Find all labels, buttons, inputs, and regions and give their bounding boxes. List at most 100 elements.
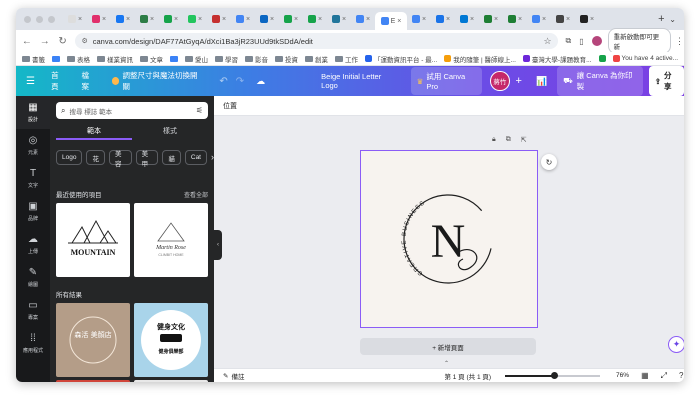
invite-plus-icon[interactable]: + bbox=[516, 75, 522, 87]
lock-icon[interactable]: 🔒︎ bbox=[492, 136, 496, 144]
bookmark-item[interactable]: 愛山 bbox=[185, 54, 208, 64]
bookmark-item[interactable]: 投資 bbox=[275, 54, 298, 64]
rail-item[interactable]: ▦ 設計 bbox=[16, 96, 50, 129]
browser-tab[interactable]: × bbox=[255, 11, 279, 27]
grid-view-icon[interactable]: ▦ bbox=[641, 371, 649, 380]
tab-close-icon[interactable]: × bbox=[470, 16, 474, 23]
browser-tab[interactable]: × bbox=[303, 11, 327, 27]
bookmark-item[interactable]: 文章 bbox=[140, 54, 163, 64]
try-pro-button[interactable]: ♛ 試用 Canva Pro bbox=[410, 67, 483, 95]
page-counter[interactable]: 第 1 頁 (共 1 頁) bbox=[444, 371, 491, 381]
resize-button[interactable]: 調整尺寸與魔法切換開關 bbox=[111, 70, 202, 92]
design-page[interactable]: CREATIVE BUSINESS N bbox=[360, 150, 538, 328]
forward-icon[interactable]: → bbox=[38, 36, 52, 47]
menu-icon[interactable]: ☰ bbox=[20, 76, 41, 87]
zoom-value[interactable]: 76% bbox=[616, 372, 629, 379]
magic-assistant-icon[interactable]: ✦ bbox=[668, 336, 684, 353]
site-info-icon[interactable]: ⚙ bbox=[81, 37, 87, 45]
browser-tab[interactable]: × bbox=[87, 11, 111, 27]
bookmark-item[interactable]: 工作 bbox=[335, 54, 358, 64]
fullscreen-icon[interactable]: ⤢ bbox=[661, 371, 667, 381]
filter-chip[interactable]: 美容 bbox=[108, 150, 132, 168]
update-button[interactable]: 重新啟動即可更新 bbox=[607, 28, 671, 54]
rail-item[interactable]: ⁞⁞ 應用程式 bbox=[16, 327, 50, 360]
close-window-button[interactable] bbox=[24, 15, 31, 23]
filter-chip[interactable]: Logo bbox=[56, 150, 83, 165]
cloud-save-icon[interactable]: ☁ bbox=[256, 76, 265, 87]
bookmark-star-icon[interactable]: ☆ bbox=[543, 36, 551, 47]
bookmark-item[interactable]: 「運動資訊平台 - 最... bbox=[365, 54, 437, 64]
bookmark-item[interactable]: 創業 bbox=[305, 54, 328, 64]
template-thumb-fitness[interactable]: 健身文化 健身俱樂部 bbox=[134, 303, 208, 377]
browser-menu-icon[interactable]: ⋮ bbox=[675, 36, 684, 47]
browser-tab[interactable]: × bbox=[63, 11, 87, 27]
filter-chip[interactable]: Cat bbox=[184, 150, 207, 165]
url-field[interactable]: ⚙ canva.com/design/DAF77AtGyqA/dXci1Ba3j… bbox=[75, 33, 558, 49]
bookmark-item[interactable]: 表格 bbox=[67, 54, 90, 64]
back-icon[interactable]: ← bbox=[20, 36, 34, 47]
reload-icon[interactable]: ↻ bbox=[56, 36, 70, 47]
tab-close-icon[interactable]: × bbox=[174, 16, 178, 23]
browser-tab[interactable]: × bbox=[479, 11, 503, 27]
tab-styles[interactable]: 樣式 bbox=[132, 126, 208, 140]
browser-tab[interactable]: × bbox=[575, 11, 599, 27]
template-search-input[interactable]: ⌕ 搜尋 標誌 範本 ⚟ bbox=[56, 102, 208, 119]
browser-tab[interactable]: × bbox=[551, 11, 575, 27]
rail-item[interactable]: ▣ 品牌 bbox=[16, 195, 50, 228]
rail-item[interactable]: ◎ 元素 bbox=[16, 129, 50, 162]
browser-tab[interactable]: × bbox=[159, 11, 183, 27]
tab-close-icon[interactable]: × bbox=[222, 16, 226, 23]
browser-tab[interactable]: × bbox=[279, 11, 303, 27]
bookmark-item[interactable]: 我的隨筆 | 醫師線上... bbox=[444, 54, 516, 64]
notes-button[interactable]: ✎ 備註 bbox=[223, 371, 244, 381]
zoom-slider-handle[interactable] bbox=[551, 371, 559, 379]
browser-tab[interactable]: × bbox=[183, 11, 207, 27]
tab-close-icon[interactable]: × bbox=[518, 16, 522, 23]
tab-close-icon[interactable]: × bbox=[126, 16, 130, 23]
tab-close-icon[interactable]: × bbox=[446, 16, 450, 23]
logo-artwork[interactable]: CREATIVE BUSINESS N bbox=[361, 151, 536, 326]
browser-tab[interactable]: E × bbox=[375, 12, 407, 30]
browser-tab[interactable]: × bbox=[407, 11, 431, 27]
tab-close-icon[interactable]: × bbox=[318, 16, 322, 23]
undo-icon[interactable]: ↶ bbox=[219, 76, 227, 87]
rail-item[interactable]: T 文字 bbox=[16, 162, 50, 195]
browser-tab[interactable]: × bbox=[527, 11, 551, 27]
rail-item[interactable]: ✎ 繪圖 bbox=[16, 261, 50, 294]
browser-tab[interactable]: × bbox=[111, 11, 135, 27]
tab-close-icon[interactable]: × bbox=[494, 16, 498, 23]
template-thumb-martin-rose[interactable]: Martin Rose CLIMBIT HOME bbox=[134, 203, 208, 277]
tab-close-icon[interactable]: × bbox=[422, 16, 426, 23]
share-button[interactable]: ⇪ 分享 bbox=[648, 66, 684, 96]
browser-tab[interactable]: × bbox=[327, 11, 351, 27]
minimize-window-button[interactable] bbox=[36, 15, 43, 23]
tab-close-icon[interactable]: × bbox=[397, 18, 401, 25]
tab-close-icon[interactable]: × bbox=[198, 16, 202, 23]
tab-close-icon[interactable]: × bbox=[590, 16, 594, 23]
duplicate-icon[interactable]: ⧉ bbox=[506, 136, 511, 144]
tab-close-icon[interactable]: × bbox=[342, 16, 346, 23]
tab-search-icon[interactable]: ⌄ bbox=[669, 15, 676, 24]
tab-close-icon[interactable]: × bbox=[566, 16, 570, 23]
zoom-slider[interactable] bbox=[505, 371, 601, 379]
file-menu[interactable]: 檔案 bbox=[81, 70, 95, 92]
see-all-link[interactable]: 查看全部 bbox=[184, 190, 208, 199]
template-thumb-beauty[interactable]: 森活 美顏店 bbox=[56, 303, 130, 377]
collapse-panel-button[interactable]: ‹ bbox=[214, 230, 222, 260]
template-thumb-grey[interactable] bbox=[134, 380, 208, 382]
extension-icon[interactable]: ⧉ bbox=[566, 36, 572, 46]
bookmark-item[interactable] bbox=[52, 55, 60, 62]
help-icon[interactable]: ? bbox=[679, 371, 683, 380]
add-page-icon[interactable]: ⇱ bbox=[521, 136, 527, 144]
maximize-window-button[interactable] bbox=[48, 15, 55, 23]
browser-tab[interactable]: × bbox=[135, 11, 159, 27]
tab-close-icon[interactable]: × bbox=[102, 16, 106, 23]
redo-icon[interactable]: ↷ bbox=[236, 76, 244, 87]
bookmark-item[interactable]: 臺灣大學-課題教育... bbox=[522, 54, 592, 64]
bookmark-item[interactable] bbox=[598, 55, 606, 62]
browser-tab[interactable]: × bbox=[351, 11, 375, 27]
rail-item[interactable]: ☁ 上傳 bbox=[16, 228, 50, 261]
new-tab-button[interactable]: + bbox=[653, 13, 669, 25]
user-avatar[interactable]: 蔣竹 bbox=[490, 71, 510, 91]
bookmark-item[interactable]: 影音 bbox=[245, 54, 268, 64]
